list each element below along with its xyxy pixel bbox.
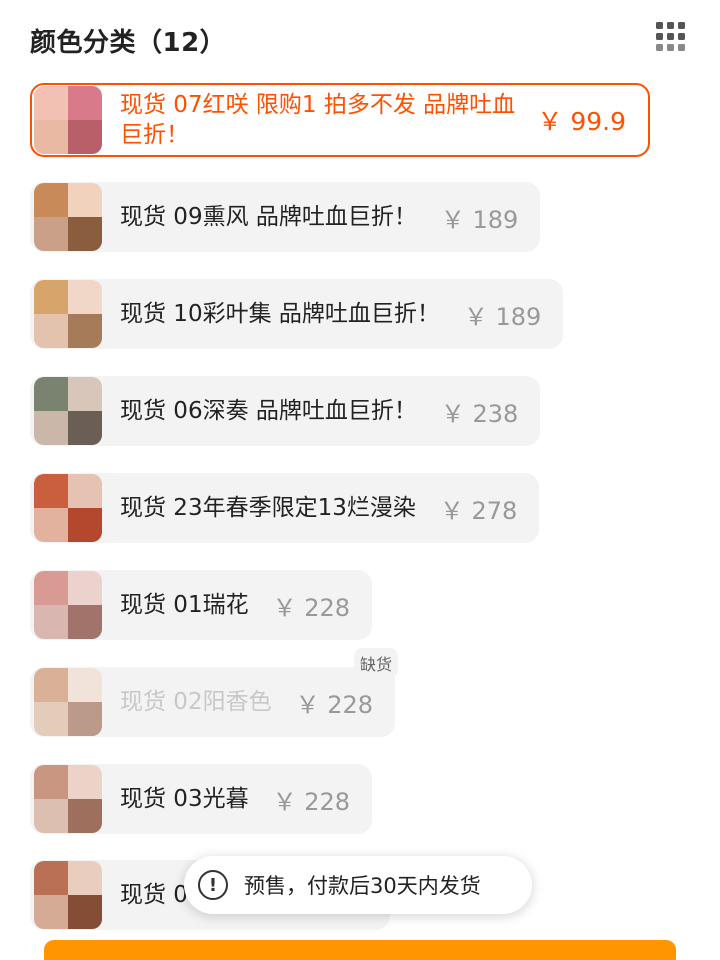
swatch [34, 765, 68, 799]
grid-dot [656, 44, 663, 51]
swatch [68, 217, 102, 251]
sku-option[interactable]: 现货 10彩叶集 品牌吐血巨折！ ￥ 189 [30, 279, 564, 349]
grid-view-icon[interactable] [656, 22, 686, 52]
grid-dot [667, 33, 674, 40]
sku-option[interactable]: 现货 09熏风 品牌吐血巨折！ ￥ 189 [30, 182, 541, 252]
swatch [34, 86, 68, 120]
swatch [68, 861, 102, 895]
swatch [68, 280, 102, 314]
swatch [68, 799, 102, 833]
sku-option[interactable]: 现货 06深奏 品牌吐血巨折！ ￥ 238 [30, 376, 541, 446]
swatch [34, 799, 68, 833]
grid-dot [667, 22, 674, 29]
option-thumbnail [34, 280, 102, 348]
sku-option[interactable]: 现货 03光暮 ￥ 228 [30, 764, 373, 834]
option-label: 现货 02阳香色 [120, 689, 272, 715]
swatch [68, 86, 102, 120]
option-price: ￥ 189 [463, 302, 542, 331]
option-thumbnail [34, 474, 102, 542]
sku-option-out-of-stock[interactable]: 现货 02阳香色 ￥ 228 [30, 667, 396, 737]
toast-text: 预售，付款后30天内发货 [244, 874, 481, 898]
swatch [68, 183, 102, 217]
option-label: 现货 10彩叶集 品牌吐血巨折！ [120, 301, 440, 327]
option-price: ￥ 228 [272, 593, 351, 622]
grid-dot [678, 22, 685, 29]
swatch [34, 571, 68, 605]
swatch [68, 895, 102, 929]
option-price: ￥ 99.9 [537, 107, 626, 136]
option-thumbnail [34, 377, 102, 445]
swatch [68, 668, 102, 702]
grid-dot [667, 44, 674, 51]
swatch [34, 605, 68, 639]
swatch [34, 861, 68, 895]
grid-dot [656, 33, 663, 40]
option-price: ￥ 228 [295, 690, 374, 719]
option-label: 现货 01瑞花 [120, 592, 249, 618]
option-label: 现货 03光暮 [120, 786, 249, 812]
option-label: 现货 23年春季限定13烂漫染 [120, 495, 416, 521]
sku-option-selected[interactable]: 现货 07红咲 限购1 拍多不发 品牌吐血巨折！ ￥ 99.9 [30, 83, 650, 157]
option-price: ￥ 238 [440, 399, 519, 428]
option-thumbnail [34, 765, 102, 833]
option-thumbnail [34, 668, 102, 736]
swatch [68, 377, 102, 411]
option-label: 现货 06深奏 品牌吐血巨折！ [120, 398, 417, 424]
option-thumbnail [34, 571, 102, 639]
swatch [34, 508, 68, 542]
swatch [34, 280, 68, 314]
option-thumbnail [34, 183, 102, 251]
swatch [68, 314, 102, 348]
swatch [68, 765, 102, 799]
swatch [34, 314, 68, 348]
option-price: ￥ 189 [440, 205, 519, 234]
swatch [34, 217, 68, 251]
swatch [68, 508, 102, 542]
swatch [34, 668, 68, 702]
swatch [34, 702, 68, 736]
option-label: 现货 0 [120, 882, 188, 908]
sku-option[interactable]: 现货 01瑞花 ￥ 228 [30, 570, 373, 640]
swatch [34, 411, 68, 445]
option-price: ￥ 278 [439, 496, 518, 525]
option-label: 现货 07红咲 限购1 拍多不发 品牌吐血巨折！ [120, 92, 516, 148]
swatch [68, 571, 102, 605]
option-thumbnail [34, 861, 102, 929]
swatch [68, 702, 102, 736]
exclamation-icon: ! [198, 870, 228, 900]
option-thumbnail [34, 86, 102, 154]
presale-toast: ! 预售，付款后30天内发货 [184, 856, 532, 914]
swatch [68, 120, 102, 154]
swatch [68, 411, 102, 445]
sku-option[interactable]: 现货 23年春季限定13烂漫染 ￥ 278 [30, 473, 540, 543]
out-of-stock-badge: 缺货 [354, 648, 399, 678]
swatch [34, 474, 68, 508]
option-price: ￥ 228 [272, 787, 351, 816]
option-label: 现货 09熏风 品牌吐血巨折！ [120, 204, 417, 230]
swatch [34, 120, 68, 154]
swatch [34, 895, 68, 929]
section-title: 颜色分类（12） [30, 28, 227, 58]
grid-dot [656, 22, 663, 29]
swatch [68, 605, 102, 639]
swatch [34, 377, 68, 411]
confirm-button[interactable] [44, 940, 676, 960]
swatch [68, 474, 102, 508]
swatch [34, 183, 68, 217]
grid-dot [678, 33, 685, 40]
grid-dot [678, 44, 685, 51]
